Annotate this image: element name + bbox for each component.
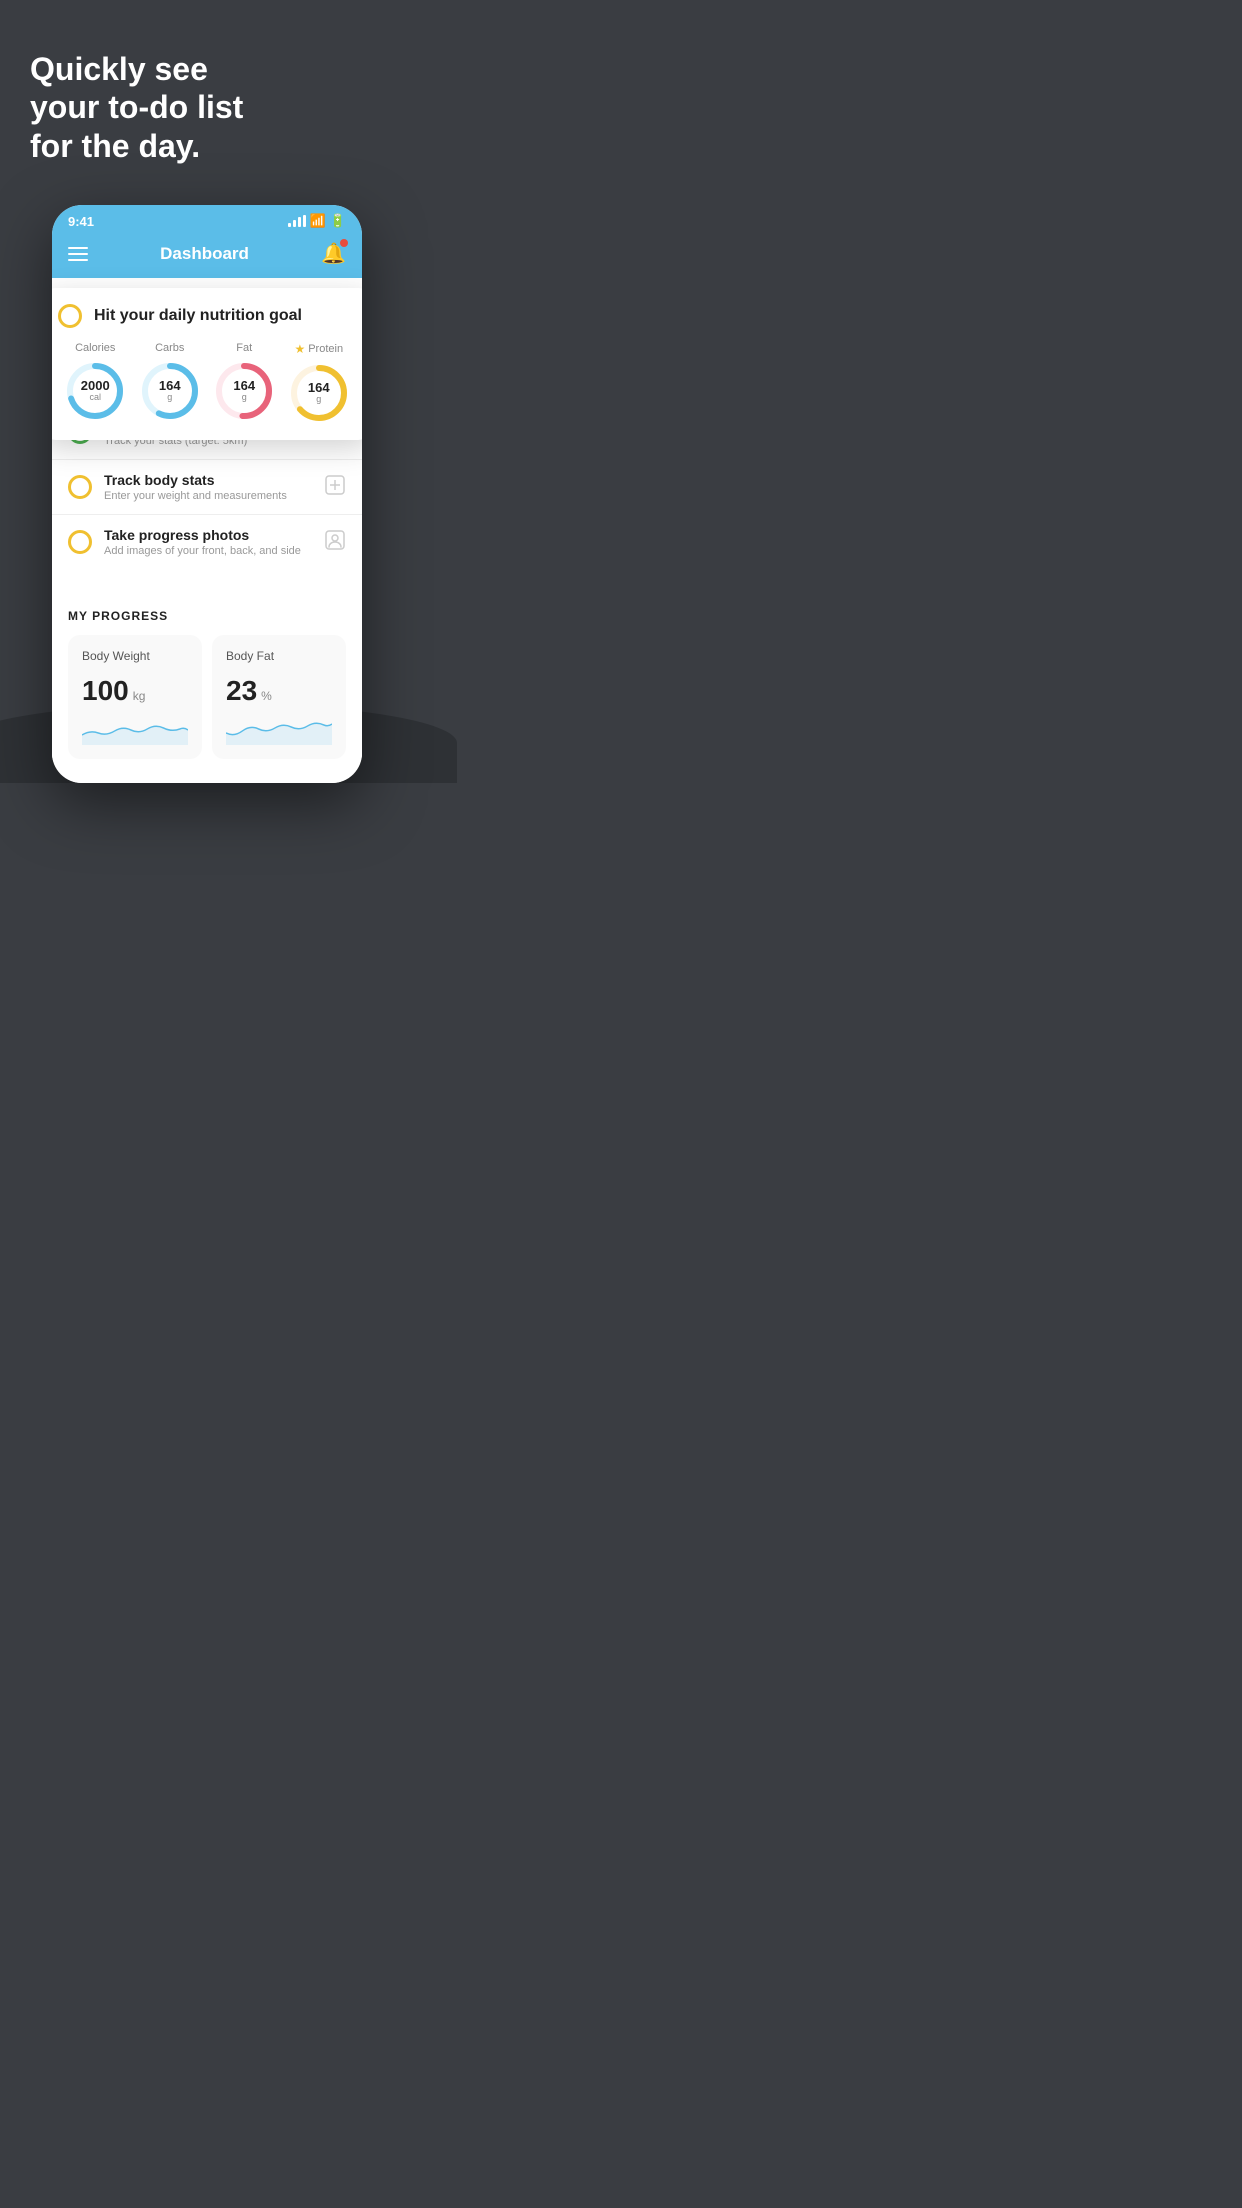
body-fat-unit: %: [261, 689, 272, 703]
body-fat-card[interactable]: Body Fat 23 %: [212, 635, 346, 759]
protein-donut: 164 g: [288, 362, 350, 424]
body-weight-card[interactable]: Body Weight 100 kg: [68, 635, 202, 759]
body-weight-title: Body Weight: [82, 649, 188, 663]
calories-donut: 2000 cal: [64, 360, 126, 422]
nutrition-protein: ★ Protein 164 g: [288, 342, 350, 424]
nav-title: Dashboard: [160, 244, 249, 264]
body-fat-value: 23 %: [226, 675, 332, 707]
phone-mockup: 9:41 📶 🔋: [52, 205, 362, 783]
signal-icon: [288, 215, 306, 227]
fat-unit: g: [233, 393, 255, 403]
body-weight-chart: [82, 715, 188, 745]
nutrition-radio[interactable]: [58, 304, 82, 328]
photos-radio[interactable]: [68, 530, 92, 554]
menu-button[interactable]: [68, 247, 88, 261]
battery-icon: 🔋: [330, 213, 346, 229]
nutrition-fat: Fat 164 g: [213, 342, 275, 422]
todo-body-stats[interactable]: Track body stats Enter your weight and m…: [52, 459, 362, 514]
headline-line3: for the day.: [30, 127, 384, 165]
notification-bell[interactable]: 🔔: [321, 241, 346, 266]
photos-subtitle: Add images of your front, back, and side: [104, 545, 312, 557]
headline: Quickly see your to-do list for the day.: [0, 0, 414, 185]
progress-section: MY PROGRESS Body Weight 100 kg: [52, 589, 362, 759]
body-weight-num: 100: [82, 675, 129, 707]
photos-text: Take progress photos Add images of your …: [104, 527, 312, 557]
protein-label: ★ Protein: [294, 342, 343, 356]
spacer: [52, 569, 362, 589]
carbs-label: Carbs: [155, 342, 184, 354]
person-icon: [324, 529, 346, 556]
photos-title: Take progress photos: [104, 527, 312, 543]
fat-value: 164: [233, 379, 255, 393]
body-stats-text: Track body stats Enter your weight and m…: [104, 472, 312, 502]
body-stats-radio[interactable]: [68, 475, 92, 499]
status-icons: 📶 🔋: [288, 213, 346, 229]
phone-content: THINGS TO DO TODAY Hit your daily nutrit…: [52, 278, 362, 783]
card-header: Hit your daily nutrition goal: [58, 304, 356, 328]
body-weight-unit: kg: [133, 689, 146, 703]
fat-donut: 164 g: [213, 360, 275, 422]
progress-section-label: MY PROGRESS: [68, 609, 346, 623]
background-page: Quickly see your to-do list for the day.…: [0, 0, 414, 783]
protein-value: 164: [308, 381, 330, 395]
star-icon: ★: [294, 342, 305, 356]
nutrition-row: Calories 2000 cal: [58, 342, 356, 424]
body-fat-num: 23: [226, 675, 257, 707]
progress-cards: Body Weight 100 kg: [68, 635, 346, 759]
status-time: 9:41: [68, 214, 94, 229]
bottom-spacer: [52, 759, 362, 783]
nutrition-carbs: Carbs 164 g: [139, 342, 201, 422]
headline-line1: Quickly see: [30, 50, 384, 88]
carbs-donut: 164 g: [139, 360, 201, 422]
body-weight-value: 100 kg: [82, 675, 188, 707]
navbar: Dashboard 🔔: [52, 233, 362, 278]
headline-line2: your to-do list: [30, 88, 384, 126]
nutrition-card-title: Hit your daily nutrition goal: [94, 307, 302, 325]
notification-dot: [340, 239, 348, 247]
scale-icon: [324, 474, 346, 501]
calories-label: Calories: [75, 342, 115, 354]
nutrition-card: Hit your daily nutrition goal Calories: [52, 288, 362, 440]
todo-progress-photos[interactable]: Take progress photos Add images of your …: [52, 514, 362, 569]
carbs-unit: g: [159, 393, 181, 403]
protein-unit: g: [308, 395, 330, 405]
status-bar: 9:41 📶 🔋: [52, 205, 362, 233]
body-stats-title: Track body stats: [104, 472, 312, 488]
body-fat-chart: [226, 715, 332, 745]
calories-unit: cal: [81, 393, 110, 403]
calories-value: 2000: [81, 379, 110, 393]
nutrition-calories: Calories 2000 cal: [64, 342, 126, 422]
body-stats-subtitle: Enter your weight and measurements: [104, 490, 312, 502]
carbs-value: 164: [159, 379, 181, 393]
phone-wrapper: 9:41 📶 🔋: [0, 205, 414, 783]
fat-label: Fat: [236, 342, 252, 354]
wifi-icon: 📶: [310, 213, 326, 229]
body-fat-title: Body Fat: [226, 649, 332, 663]
